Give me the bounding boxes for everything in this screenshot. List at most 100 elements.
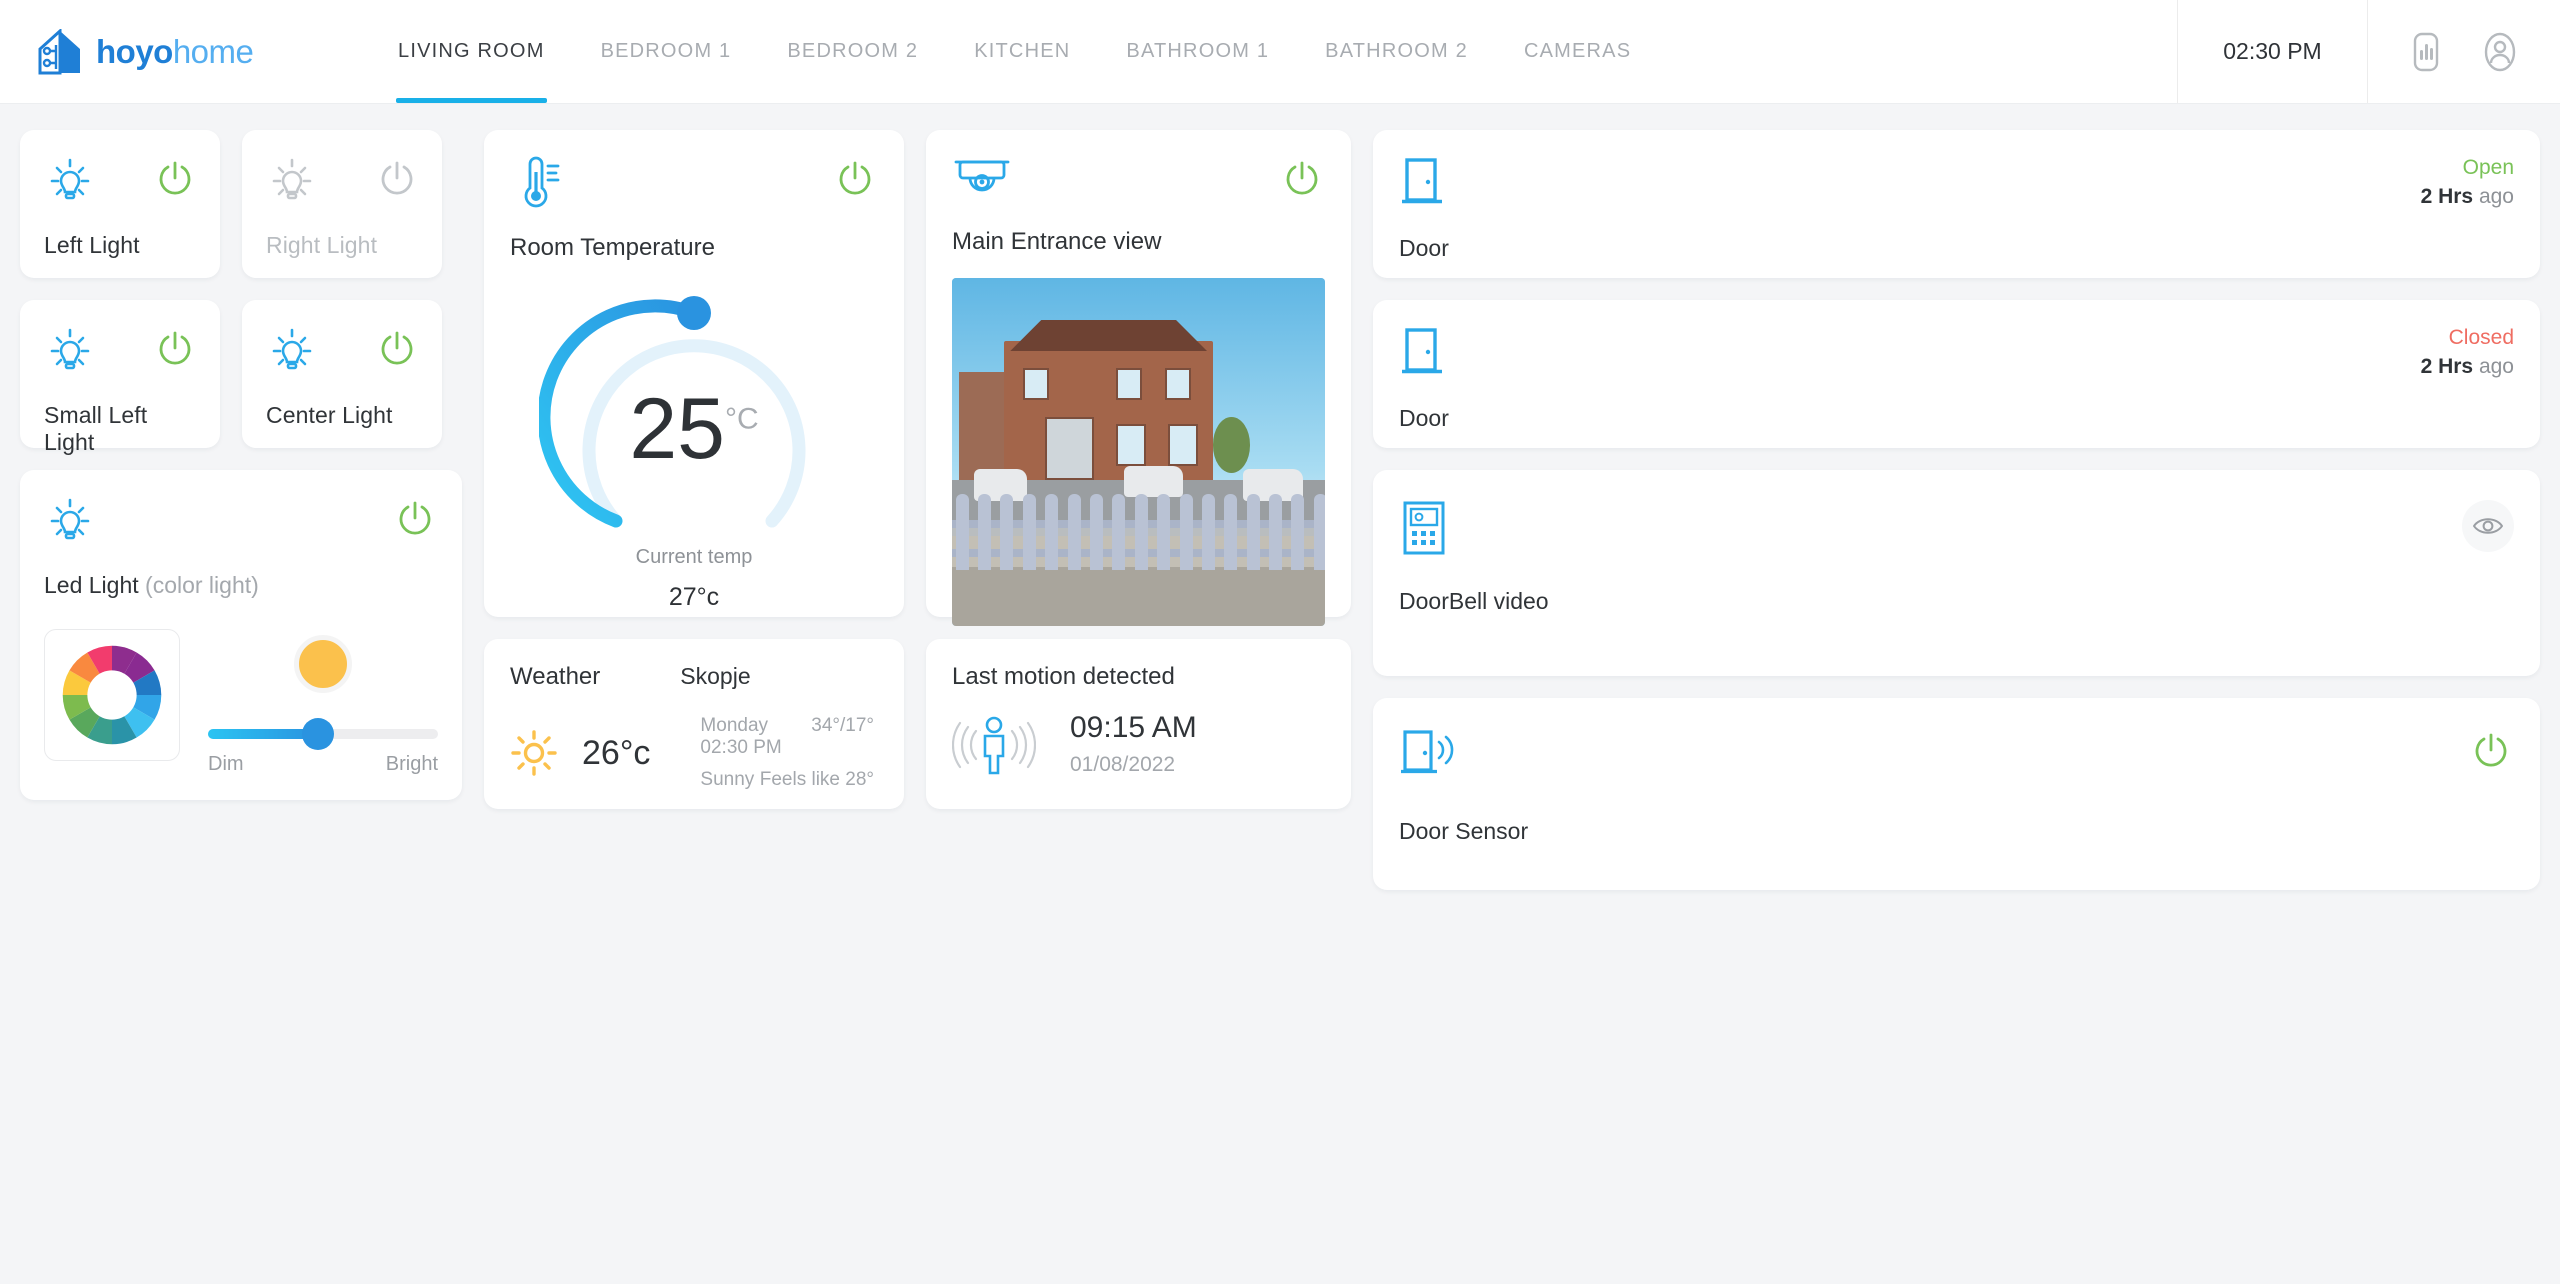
weather-details: Monday 02:30 PM 34°/17° Sunny Feels like…: [674, 715, 874, 791]
power-icon[interactable]: [832, 156, 878, 202]
power-icon[interactable]: [152, 326, 198, 372]
light-label: Small Left Light: [44, 402, 198, 456]
smart-home-logo-icon: [38, 29, 82, 75]
gauge-set-temp: 25: [629, 381, 725, 477]
light-card-center-light[interactable]: Center Light: [242, 300, 442, 448]
motion-body: 09:15 AM 01/08/2022: [952, 711, 1325, 777]
power-icon[interactable]: [2468, 728, 2514, 774]
main-entrance-camera-card[interactable]: Main Entrance view: [926, 130, 1351, 617]
gauge-value: 25°C: [510, 386, 878, 472]
weather-row-datetime: Monday 02:30 PM 34°/17°: [700, 715, 874, 759]
light-bulb-icon: [266, 156, 318, 208]
tab-bedroom-2[interactable]: BEDROOM 2: [759, 0, 946, 103]
status-timestamp: 2 Hrs ago: [2421, 355, 2514, 379]
door-label: Door: [1399, 405, 2514, 432]
door-icon: [1399, 156, 1445, 208]
sensor-label: Door Sensor: [1399, 818, 2514, 845]
light-label: Left Light: [44, 232, 198, 259]
door-card-closed[interactable]: Closed 2 Hrs ago Door: [1373, 300, 2540, 448]
power-icon[interactable]: [374, 326, 420, 372]
status-suffix: ago: [2479, 355, 2514, 378]
current-temp-label: Current temp: [510, 546, 878, 569]
weather-body: 26°c Monday 02:30 PM 34°/17° Sunny Feels…: [510, 715, 874, 791]
doorbell-video-card[interactable]: DoorBell video: [1373, 470, 2540, 676]
app-header: hoyohome LIVING ROOM BEDROOM 1 BEDROOM 2…: [0, 0, 2560, 104]
stats-bars-icon[interactable]: [2404, 30, 2448, 74]
weather-title: Weather: [510, 663, 600, 691]
motion-sensor-person-icon: [952, 713, 1036, 775]
dim-label: Dim: [208, 753, 244, 776]
door-status: Closed 2 Hrs ago: [2421, 326, 2514, 379]
weather-card[interactable]: Weather Skopje 26°c Monday 02:30 PM: [484, 639, 904, 809]
light-card-right-light[interactable]: Right Light: [242, 130, 442, 278]
light-bulb-icon: [44, 326, 96, 378]
color-wheel-icon[interactable]: [56, 639, 168, 751]
light-card-header: [266, 326, 420, 378]
tab-bathroom-2[interactable]: BATHROOM 2: [1297, 0, 1496, 103]
window-4: [1116, 424, 1146, 466]
window-2: [1116, 368, 1142, 399]
door-card-header: Closed 2 Hrs ago: [1399, 326, 2514, 379]
last-motion-card[interactable]: Last motion detected 09:15 AM: [926, 639, 1351, 809]
brightness-slider-thumb[interactable]: [302, 718, 334, 750]
led-name: Led Light: [44, 572, 139, 598]
color-wheel-picker[interactable]: [44, 629, 180, 761]
light-bulb-icon: [44, 496, 96, 548]
power-icon[interactable]: [374, 156, 420, 202]
tab-bathroom-1[interactable]: BATHROOM 1: [1098, 0, 1297, 103]
weather-datetime: Monday 02:30 PM: [700, 715, 811, 759]
door-card-open[interactable]: Open 2 Hrs ago Door: [1373, 130, 2540, 278]
led-controls: Dim Bright: [44, 629, 438, 776]
doorbell-card-header: [1399, 500, 2514, 556]
window-5: [1168, 424, 1198, 466]
picket-fence: [952, 494, 1325, 571]
lights-column: Left Light: [20, 130, 462, 1284]
weather-temperature: 26°c: [582, 734, 650, 773]
gravel-layer: [952, 567, 1325, 626]
status-elapsed: 2 Hrs: [2421, 185, 2474, 208]
power-icon[interactable]: [1279, 156, 1325, 202]
view-doorbell-button[interactable]: [2462, 500, 2514, 552]
door-label: Door: [1399, 235, 2514, 262]
brightness-slider[interactable]: [208, 729, 438, 739]
status-suffix: ago: [2479, 185, 2514, 208]
thermometer-icon: [510, 156, 562, 212]
dashboard: Left Light: [0, 104, 2560, 1284]
door-sensor-card[interactable]: Door Sensor: [1373, 698, 2540, 890]
led-light-card[interactable]: Led Light (color light): [20, 470, 462, 800]
motion-time: 09:15 AM: [1070, 711, 1197, 745]
doorbell-intercom-icon: [1399, 500, 1449, 556]
door-card-header: Open 2 Hrs ago: [1399, 156, 2514, 209]
weather-feels-like: Feels like 28°: [760, 769, 874, 791]
eye-icon: [2473, 515, 2503, 537]
car-center: [1124, 466, 1184, 497]
light-label: Center Light: [266, 402, 420, 429]
temperature-column: Room Temperature 25°C Current temp: [484, 130, 904, 1284]
light-card-small-left-light[interactable]: Small Left Light: [20, 300, 220, 448]
power-icon[interactable]: [392, 496, 438, 542]
tab-bedroom-1[interactable]: BEDROOM 1: [573, 0, 760, 103]
gauge-readout: 25°C Current temp 27°c: [510, 386, 878, 612]
sensor-card-header: [1399, 728, 2514, 782]
bush-right: [1213, 417, 1250, 473]
doors-column: Open 2 Hrs ago Door Closed 2 Hrs ago Doo…: [1373, 130, 2540, 1284]
current-temp-value: 27°c: [510, 583, 878, 612]
tab-living-room[interactable]: LIVING ROOM: [370, 0, 573, 103]
light-card-header: [44, 156, 198, 208]
camera-column: Main Entrance view: [926, 130, 1351, 1284]
brand[interactable]: hoyohome: [0, 0, 370, 103]
user-account-icon[interactable]: [2478, 30, 2522, 74]
bright-label: Bright: [386, 753, 438, 776]
camera-live-view[interactable]: [952, 278, 1325, 626]
weather-condition: Sunny: [700, 769, 754, 791]
light-card-left-light[interactable]: Left Light: [20, 130, 220, 278]
status-badge: Open: [2421, 156, 2514, 179]
led-title: Led Light (color light): [44, 572, 438, 599]
header-action-icons: [2367, 0, 2560, 103]
light-card-header: [44, 326, 198, 378]
power-icon[interactable]: [152, 156, 198, 202]
room-temperature-card[interactable]: Room Temperature 25°C Current temp: [484, 130, 904, 617]
tab-kitchen[interactable]: KITCHEN: [946, 0, 1098, 103]
temperature-gauge[interactable]: 25°C Current temp 27°c: [510, 268, 878, 568]
tab-cameras[interactable]: CAMERAS: [1496, 0, 1659, 103]
